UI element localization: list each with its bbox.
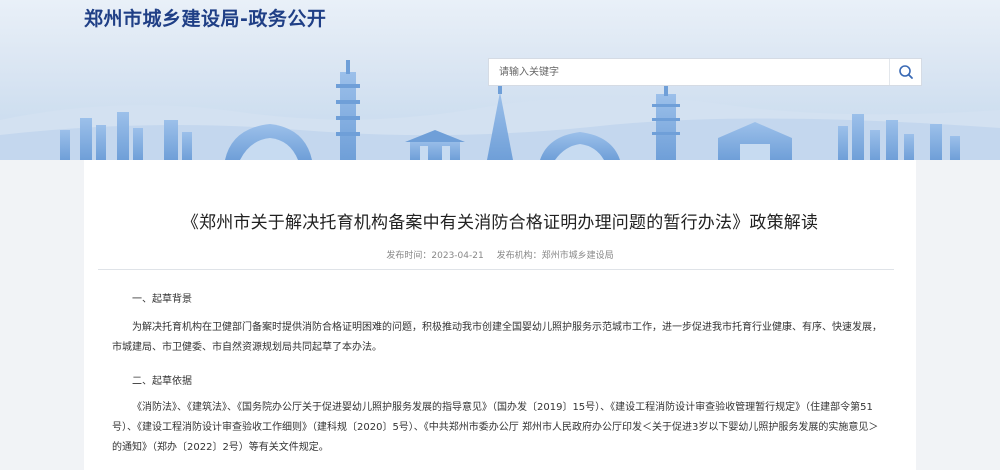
header-banner: 郑州市城乡建设局-政务公开 <box>0 0 1000 160</box>
search-icon <box>899 65 913 79</box>
paragraph: 为解决托育机构在卫健部门备案时提供消防合格证明困难的问题，积极推动我市创建全国婴… <box>112 322 882 353</box>
search-button[interactable] <box>889 59 921 85</box>
search-input[interactable] <box>489 59 887 85</box>
publish-source: 发布机构：郑州市城乡建设局 <box>496 251 614 261</box>
search-box <box>488 58 922 86</box>
section-heading: 二、起草依据 <box>132 376 192 387</box>
article-title: 《郑州市关于解决托育机构备案中有关消防合格证明办理问题的暂行办法》政策解读 <box>181 213 819 233</box>
site-title[interactable]: 郑州市城乡建设局-政务公开 <box>84 4 326 31</box>
paragraph: 《消防法》、《建筑法》、《国务院办公厅关于促进婴幼儿照护服务发展的指导意见》（国… <box>112 402 879 453</box>
publish-time: 发布时间：2023-04-21 <box>386 251 484 261</box>
section-heading: 一、起草背景 <box>132 294 192 305</box>
article-container: 《郑州市关于解决托育机构备案中有关消防合格证明办理问题的暂行办法》政策解读 发布… <box>84 160 916 470</box>
article-meta: 发布时间：2023-04-21 发布机构：郑州市城乡建设局 <box>84 248 916 261</box>
title-divider <box>98 269 894 270</box>
